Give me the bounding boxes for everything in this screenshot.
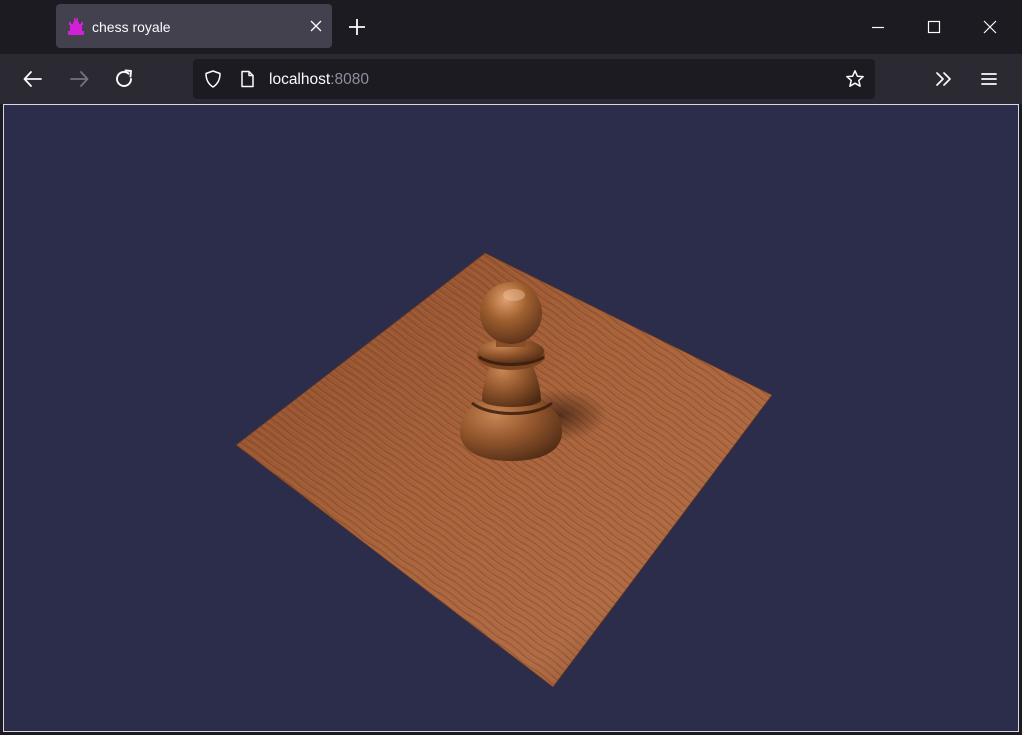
tab-close-icon[interactable] <box>306 16 326 36</box>
chess-castle-icon <box>66 17 86 37</box>
new-tab-icon[interactable] <box>346 16 368 38</box>
maximize-icon[interactable] <box>923 16 945 38</box>
title-bar: chess royale <box>0 0 1022 54</box>
chevrons-right-icon[interactable] <box>931 66 957 92</box>
page-icon <box>237 69 257 89</box>
browser-window: chess royale localhost:8080 <box>0 0 1022 735</box>
url-host: localhost <box>269 71 331 88</box>
shield-icon[interactable] <box>203 69 223 89</box>
url-port: :8080 <box>330 71 369 88</box>
url-text[interactable]: localhost:8080 <box>269 59 369 99</box>
navigation-toolbar: localhost:8080 <box>0 54 1022 104</box>
tab-title: chess royale <box>92 19 171 35</box>
reload-icon[interactable] <box>111 66 137 92</box>
close-icon[interactable] <box>979 16 1001 38</box>
page-content <box>3 104 1019 732</box>
game-canvas[interactable] <box>4 105 1018 731</box>
url-bar[interactable]: localhost:8080 <box>193 59 875 99</box>
star-icon[interactable] <box>845 69 865 89</box>
arrow-right-icon[interactable] <box>66 66 92 92</box>
minimize-icon[interactable] <box>867 16 889 38</box>
arrow-left-icon[interactable] <box>20 66 46 92</box>
hamburger-menu-icon[interactable] <box>976 66 1002 92</box>
tab-chess-royale[interactable]: chess royale <box>56 4 332 48</box>
